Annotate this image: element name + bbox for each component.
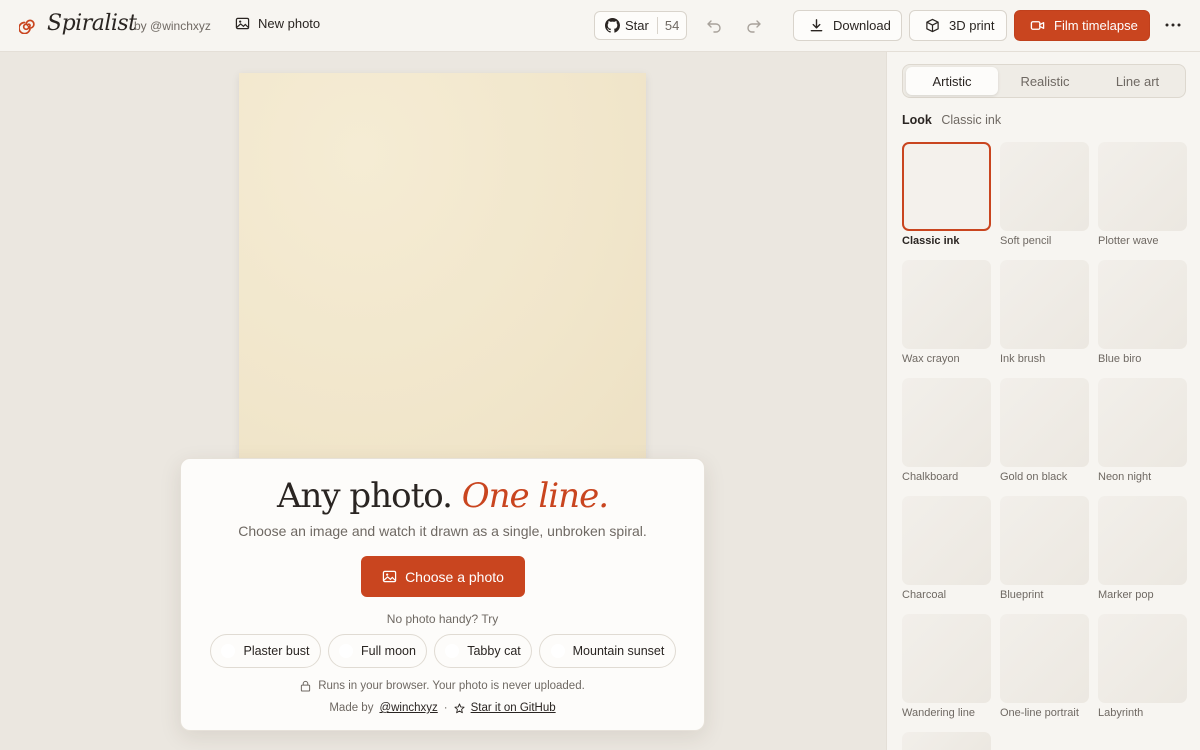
sample-thumbnail bbox=[339, 644, 354, 658]
separator-dot: · bbox=[443, 702, 448, 714]
style-tile-partial[interactable] bbox=[902, 732, 991, 750]
subtitle: Choose an image and watch it drawn as a … bbox=[238, 523, 647, 539]
style-tile-chalkboard[interactable] bbox=[902, 378, 991, 467]
privacy-text: Runs in your browser. Your photo is neve… bbox=[318, 680, 585, 692]
no-photo-hint: No photo handy? Try bbox=[386, 612, 499, 626]
style-tile-ink-brush[interactable] bbox=[1000, 260, 1089, 349]
headline: Any photo. One line. bbox=[181, 476, 704, 516]
lock-icon bbox=[301, 680, 311, 692]
look-key: Look bbox=[902, 113, 932, 127]
style-tile-neon-night[interactable] bbox=[1098, 378, 1187, 467]
brand-name: Spiralist bbox=[47, 11, 137, 36]
sample-label: Tabby cat bbox=[467, 644, 521, 658]
spiral-logo-icon bbox=[19, 19, 35, 34]
byline: by @winchxyz bbox=[134, 19, 211, 33]
film-timelapse-button[interactable]: Film timelapse bbox=[1014, 10, 1150, 41]
tab-artistic[interactable]: Artistic bbox=[906, 67, 998, 95]
style-label: Labyrinth bbox=[1098, 707, 1144, 719]
new-photo-label: New photo bbox=[258, 16, 321, 31]
star-count: 54 bbox=[664, 18, 680, 33]
style-label: Ink brush bbox=[1000, 353, 1046, 365]
style-tabs: Artistic Realistic Line art bbox=[902, 64, 1186, 98]
video-camera-icon bbox=[1030, 21, 1045, 30]
headline-accent: One line. bbox=[461, 476, 609, 516]
star-icon bbox=[454, 702, 465, 713]
sample-tabby-cat[interactable]: Tabby cat bbox=[434, 634, 532, 668]
tab-realistic[interactable]: Realistic bbox=[1000, 67, 1090, 95]
style-tile-charcoal[interactable] bbox=[902, 496, 991, 585]
style-label: Soft pencil bbox=[1000, 235, 1052, 247]
tab-line-art[interactable]: Line art bbox=[1092, 67, 1183, 95]
sample-label: Mountain sunset bbox=[572, 644, 665, 658]
sample-thumbnail bbox=[550, 644, 565, 658]
star-label: Star bbox=[625, 18, 649, 33]
style-tile-marker-pop[interactable] bbox=[1098, 496, 1187, 585]
choose-photo-label: Choose a photo bbox=[405, 568, 504, 585]
style-label: Wandering line bbox=[902, 707, 975, 719]
style-tile-classic-ink[interactable] bbox=[902, 142, 991, 231]
made-by-text: Made by bbox=[329, 702, 374, 714]
cube-icon bbox=[926, 18, 939, 33]
privacy-note: Runs in your browser. Your photo is neve… bbox=[181, 680, 704, 692]
new-photo-button[interactable]: New photo bbox=[235, 16, 320, 31]
style-label: Gold on black bbox=[1000, 471, 1068, 483]
style-tile-one-line-portrait[interactable] bbox=[1000, 614, 1089, 703]
style-panel: Artistic Realistic Line art Look Classic… bbox=[886, 52, 1200, 750]
style-label: Blue biro bbox=[1098, 353, 1142, 365]
style-tile-labyrinth[interactable] bbox=[1098, 614, 1187, 703]
welcome-card: Any photo. One line. Choose an image and… bbox=[180, 458, 705, 731]
download-icon bbox=[810, 19, 823, 32]
sample-mountain-sunset[interactable]: Mountain sunset bbox=[539, 634, 676, 668]
sample-label: Full moon bbox=[361, 644, 416, 658]
style-tile-wax-crayon[interactable] bbox=[902, 260, 991, 349]
image-icon bbox=[235, 17, 250, 30]
style-tile-gold-on-black[interactable] bbox=[1000, 378, 1089, 467]
style-tile-wandering-line[interactable] bbox=[902, 614, 991, 703]
style-label: Wax crayon bbox=[902, 353, 960, 365]
sample-plaster-bust[interactable]: Plaster bust bbox=[210, 634, 321, 668]
style-label: Classic ink bbox=[902, 235, 960, 247]
more-options-icon[interactable] bbox=[1164, 18, 1182, 32]
sample-full-moon[interactable]: Full moon bbox=[328, 634, 427, 668]
image-icon bbox=[382, 570, 397, 583]
style-label: Blueprint bbox=[1000, 589, 1044, 601]
top-bar: Spiralist by @winchxyz New photo Star 54… bbox=[0, 0, 1200, 52]
style-tile-blue-biro[interactable] bbox=[1098, 260, 1187, 349]
github-link[interactable]: Star it on GitHub bbox=[471, 702, 556, 714]
sample-thumbnail bbox=[221, 644, 236, 658]
headline-plain: Any photo. bbox=[276, 476, 453, 516]
style-label: One-line portrait bbox=[1000, 707, 1079, 719]
style-label: Plotter wave bbox=[1098, 235, 1159, 247]
credits: Made by @winchxyz · Star it on GitHub bbox=[181, 702, 704, 714]
style-tile-soft-pencil[interactable] bbox=[1000, 142, 1089, 231]
drawing-canvas bbox=[239, 73, 646, 473]
style-label: Marker pop bbox=[1098, 589, 1154, 601]
film-label: Film timelapse bbox=[1054, 18, 1138, 33]
author-link[interactable]: @winchxyz bbox=[379, 702, 437, 714]
sample-thumbnail bbox=[445, 644, 460, 658]
3d-print-button[interactable]: 3D print bbox=[909, 10, 1007, 41]
download-label: Download bbox=[833, 18, 891, 33]
print-label: 3D print bbox=[949, 18, 995, 33]
download-button[interactable]: Download bbox=[793, 10, 902, 41]
style-label: Neon night bbox=[1098, 471, 1152, 483]
sample-label: Plaster bust bbox=[243, 644, 310, 658]
github-icon bbox=[605, 18, 620, 33]
style-tile-blueprint[interactable] bbox=[1000, 496, 1089, 585]
choose-photo-button[interactable]: Choose a photo bbox=[361, 556, 525, 597]
look-value: Classic ink bbox=[941, 113, 1002, 127]
look-indicator: Look Classic ink bbox=[902, 113, 1001, 127]
style-label: Chalkboard bbox=[902, 471, 959, 483]
undo-icon[interactable] bbox=[706, 17, 722, 33]
style-label: Charcoal bbox=[902, 589, 947, 601]
redo-icon[interactable] bbox=[746, 17, 762, 33]
github-star-button[interactable]: Star 54 bbox=[594, 11, 687, 40]
style-tile-plotter-wave[interactable] bbox=[1098, 142, 1187, 231]
